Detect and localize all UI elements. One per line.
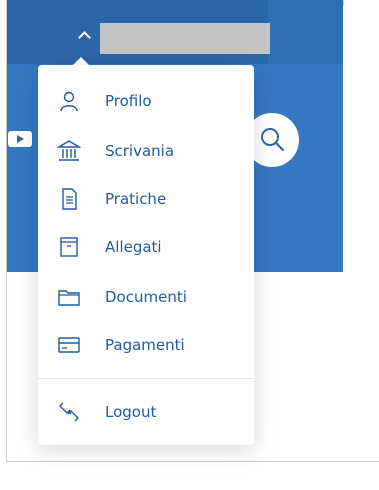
frame-border-bottom bbox=[6, 461, 379, 462]
frame-border-right bbox=[343, 0, 344, 6]
menu-item-scrivania[interactable]: Scrivania bbox=[38, 129, 254, 173]
search-icon bbox=[261, 128, 284, 151]
user-dropdown-menu: Profilo Scrivania Pratiche Allegati Docu… bbox=[38, 65, 254, 445]
menu-item-documenti[interactable]: Documenti bbox=[38, 275, 254, 319]
menu-item-label: Pratiche bbox=[105, 190, 167, 208]
folder-icon bbox=[58, 290, 80, 306]
menu-item-pagamenti[interactable]: Pagamenti bbox=[38, 323, 254, 367]
archive-icon bbox=[60, 237, 78, 257]
menu-item-label: Scrivania bbox=[105, 142, 175, 160]
file-text-icon bbox=[62, 188, 77, 210]
menu-item-label: Profilo bbox=[105, 92, 152, 110]
menu-item-label: Allegati bbox=[105, 238, 162, 256]
play-icon[interactable] bbox=[8, 128, 33, 153]
credit-card-icon bbox=[58, 337, 80, 353]
user-icon bbox=[60, 91, 78, 112]
menu-item-label: Documenti bbox=[105, 288, 187, 306]
menu-item-allegati[interactable]: Allegati bbox=[38, 225, 254, 269]
logout-label: Logout bbox=[105, 403, 157, 421]
link-icon bbox=[59, 402, 79, 422]
menu-divider bbox=[38, 378, 254, 379]
user-name-redacted[interactable] bbox=[100, 23, 270, 54]
top-bar-strip bbox=[268, 0, 343, 64]
bank-icon bbox=[57, 140, 81, 161]
menu-item-profilo[interactable]: Profilo bbox=[38, 79, 254, 123]
menu-item-pratiche[interactable]: Pratiche bbox=[38, 177, 254, 221]
menu-item-label: Pagamenti bbox=[105, 336, 185, 354]
menu-item-logout[interactable]: Logout bbox=[38, 390, 254, 434]
